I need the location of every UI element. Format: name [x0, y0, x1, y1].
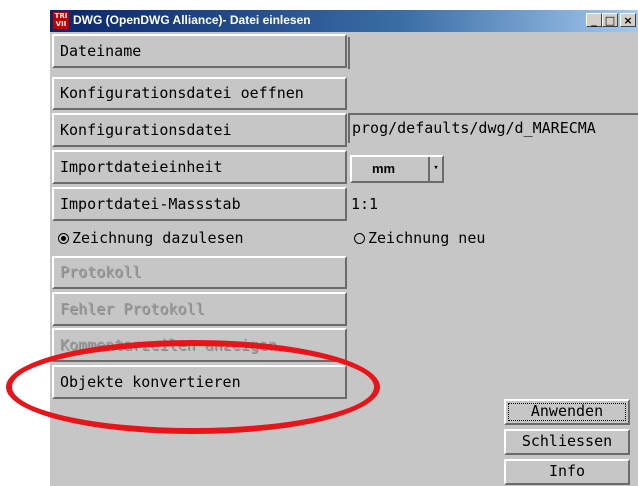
radio-zeichnung-dazulesen[interactable]: Zeichnung dazulesen — [58, 229, 244, 247]
radio-unchecked-icon — [354, 233, 365, 244]
radio-checked-icon — [58, 233, 69, 244]
importdatei-massstab-button[interactable]: Importdatei-Massstab — [52, 187, 347, 221]
dateiname-field[interactable] — [348, 37, 638, 69]
kommentarzeilen-anzeigen-button[interactable]: Kommentarzeilen anzeigen — [52, 328, 347, 362]
konfigurationsdatei-oeffnen-button[interactable]: Konfigurationsdatei oeffnen — [52, 77, 347, 110]
maximize-icon[interactable]: □ — [602, 13, 618, 27]
anwenden-button[interactable]: Anwenden — [504, 399, 630, 425]
konfigurationsdatei-field[interactable]: prog/defaults/dwg/d_MARECMA — [348, 113, 638, 143]
importdateieinheit-button[interactable]: Importdateieinheit — [52, 150, 347, 184]
schliessen-button[interactable]: Schliessen — [504, 429, 630, 455]
radio-label: Zeichnung neu — [368, 229, 486, 247]
objekte-konvertieren-button[interactable]: Objekte konvertieren — [52, 365, 347, 399]
unit-select[interactable]: mm ▾ — [350, 155, 444, 183]
info-button[interactable]: Info — [504, 459, 630, 485]
window-controls: _ □ × — [586, 13, 636, 27]
konfigurationsdatei-button[interactable]: Konfigurationsdatei — [52, 113, 347, 147]
chevron-down-icon[interactable]: ▾ — [428, 157, 442, 181]
protokoll-button[interactable]: Protokoll — [52, 256, 347, 289]
fehler-protokoll-button[interactable]: Fehler Protokoll — [52, 292, 347, 326]
title-bar[interactable]: TRI VII DWG (OpenDWG Alliance)- Datei ei… — [50, 10, 638, 32]
unit-select-value: mm — [372, 161, 396, 176]
window-title: DWG (OpenDWG Alliance)- Datei einlesen — [73, 13, 311, 27]
massstab-value: 1:1 — [351, 195, 379, 213]
radio-label: Zeichnung dazulesen — [72, 229, 244, 247]
minimize-icon[interactable]: _ — [586, 13, 602, 27]
dialog-window: TRI VII DWG (OpenDWG Alliance)- Datei ei… — [49, 9, 638, 486]
close-icon[interactable]: × — [620, 13, 636, 27]
radio-zeichnung-neu[interactable]: Zeichnung neu — [354, 229, 485, 247]
app-logo-icon: TRI VII — [53, 12, 69, 29]
dateiname-button[interactable]: Dateiname — [52, 34, 347, 68]
